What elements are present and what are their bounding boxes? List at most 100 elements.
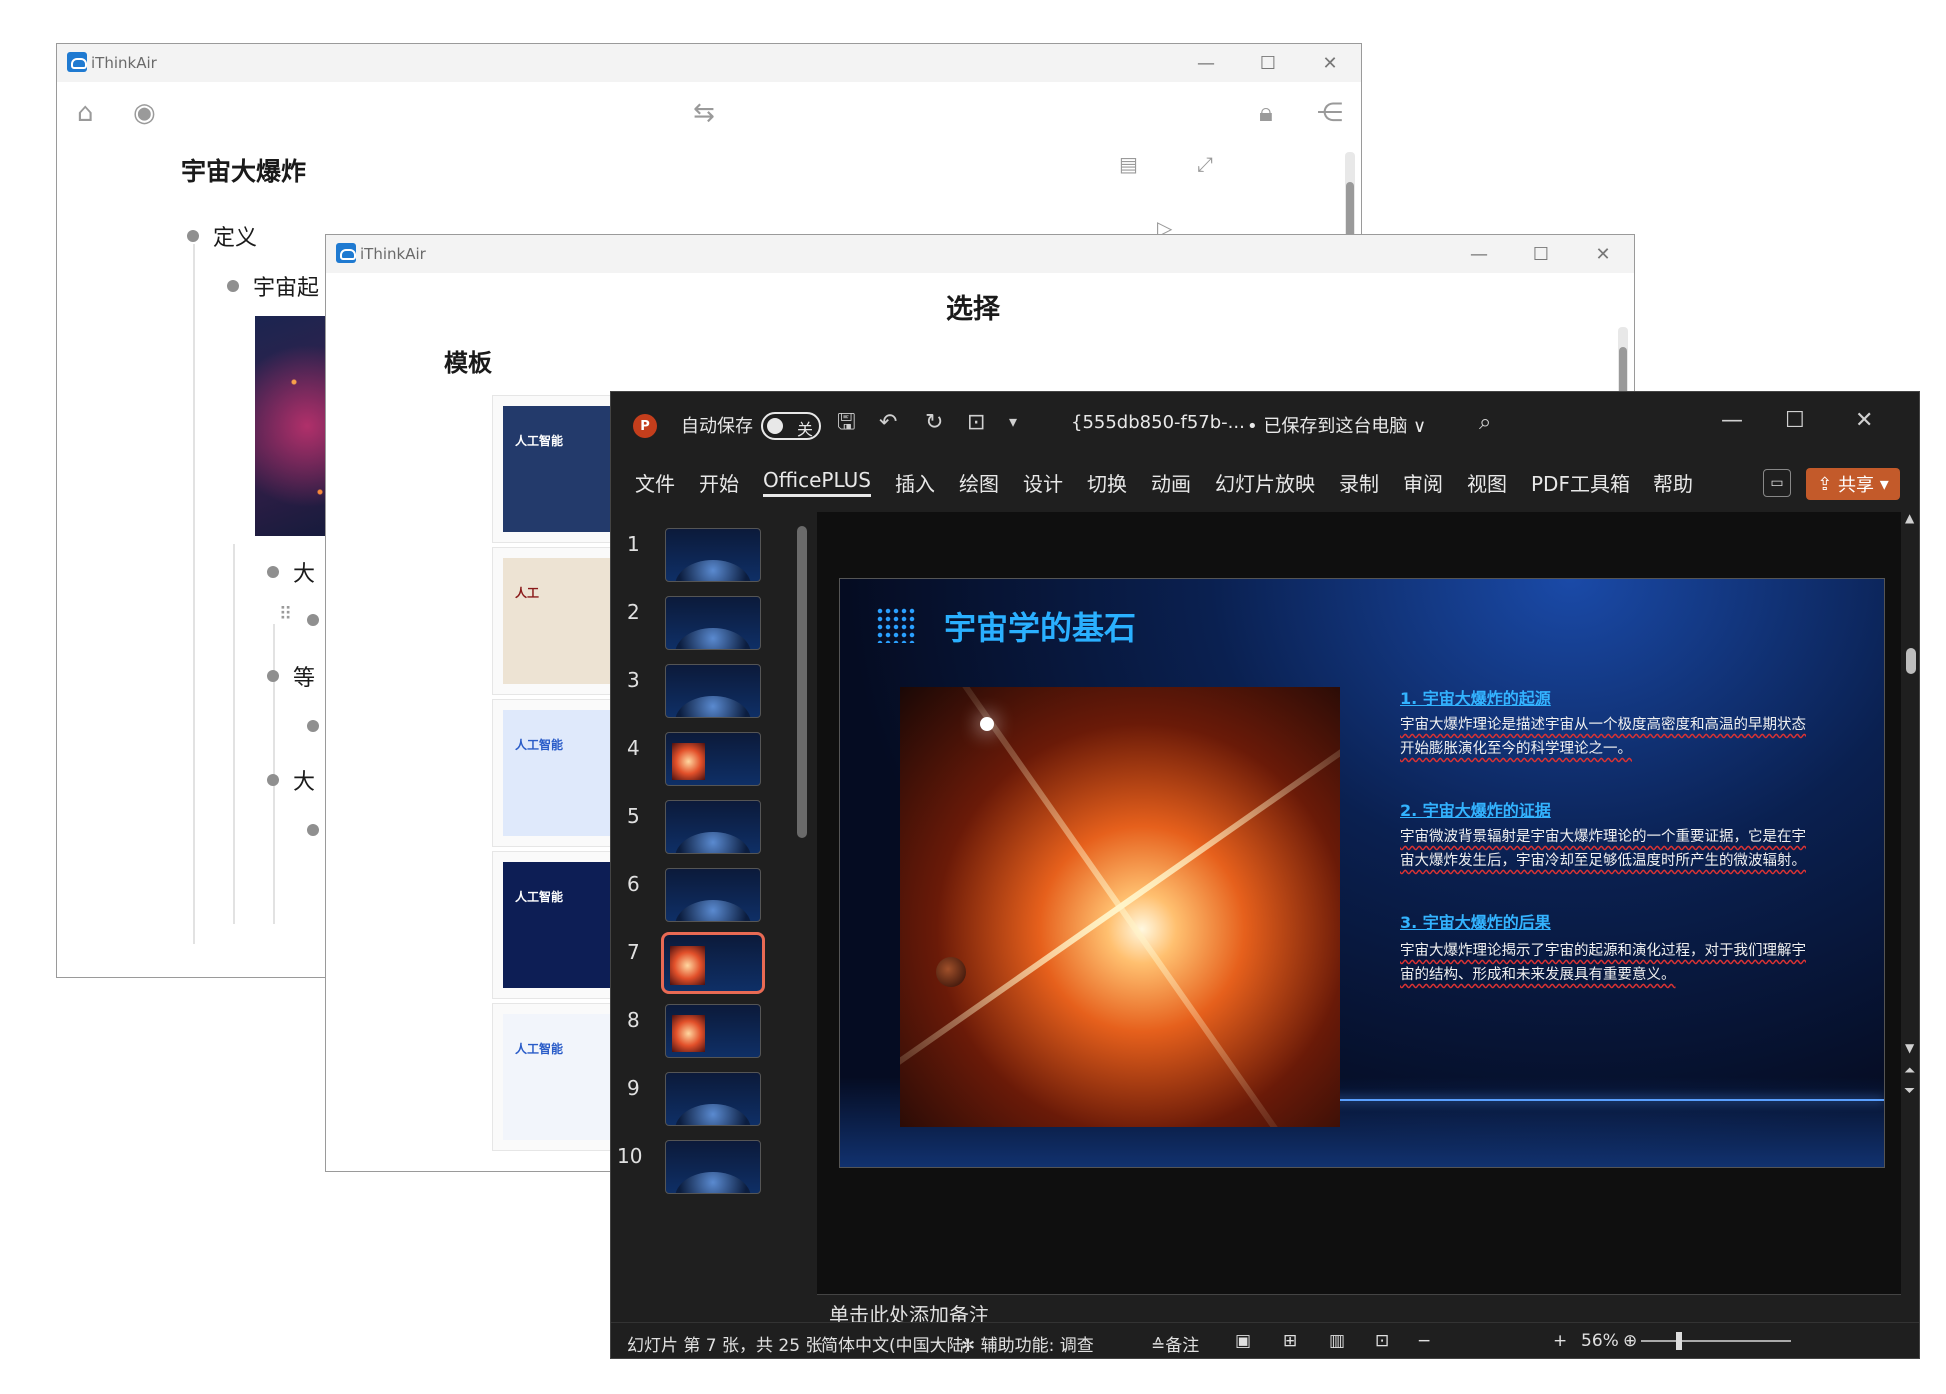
reading-view-icon[interactable]: ▥ xyxy=(1329,1331,1345,1351)
zoom-in-icon[interactable]: + xyxy=(1553,1331,1567,1351)
outline-icon[interactable]: ▤ xyxy=(1119,154,1138,174)
slide-number: 3 xyxy=(627,668,640,692)
redo-icon[interactable]: ↻ xyxy=(925,412,943,434)
ribbon-tab[interactable]: 设计 xyxy=(1023,468,1063,497)
present-icon[interactable]: ⊡ xyxy=(967,412,985,434)
node-text[interactable]: 等 xyxy=(293,660,315,692)
slideshow-icon[interactable]: ⊡ xyxy=(1375,1331,1389,1351)
share-button[interactable]: ⇪ 共享 ▾ xyxy=(1806,468,1900,500)
save-status[interactable]: • 已保存到这台电脑 ∨ xyxy=(1247,412,1426,438)
ribbon-tab[interactable]: 切换 xyxy=(1087,468,1127,497)
maximize-icon[interactable]: ☐ xyxy=(1510,235,1572,273)
slide-heading[interactable]: 宇宙学的基石 xyxy=(944,603,1136,649)
zoom-out-icon[interactable]: − xyxy=(1417,1331,1431,1351)
cloud-logo-icon xyxy=(67,52,87,72)
minimize-icon[interactable]: — xyxy=(1175,44,1237,82)
thumbnail-scrollbar[interactable] xyxy=(797,526,807,838)
section-title[interactable]: 2. 宇宙大爆炸的证据 xyxy=(1400,797,1551,821)
mindmap-icon[interactable]: ⋲ xyxy=(1317,100,1343,126)
normal-view-icon[interactable]: ▣ xyxy=(1235,1331,1251,1351)
ribbon-tab[interactable]: 帮助 xyxy=(1653,468,1693,497)
scrollbar-thumb[interactable] xyxy=(1906,648,1916,674)
vertical-scrollbar[interactable]: ▲ ▼ ⏶ ⏷ xyxy=(1903,512,1919,1324)
language[interactable]: 简体中文(中国大陆) xyxy=(821,1331,970,1356)
zoom-slider-thumb[interactable] xyxy=(1676,1332,1682,1350)
notes-button[interactable]: ≙备注 xyxy=(1151,1331,1199,1356)
file-name[interactable]: {555db850-f57b-... xyxy=(1071,412,1245,433)
slide-thumbnail[interactable] xyxy=(665,868,761,922)
node-text[interactable]: 大 xyxy=(293,764,315,796)
zoom-level[interactable]: 56% xyxy=(1581,1331,1619,1351)
quick-access-dropdown-icon[interactable]: ▾ xyxy=(1009,414,1017,430)
current-slide[interactable]: 宇宙学的基石 1. 宇宙大爆炸的起源 宇宙大爆炸理论是描述宇宙从一个极度高密度和… xyxy=(839,578,1885,1168)
drag-handle-icon[interactable]: ⠿ xyxy=(279,606,292,624)
node-bullet xyxy=(307,720,319,732)
fit-slide-icon[interactable]: ⊕ xyxy=(1623,1331,1637,1351)
slide-count: 幻灯片 第 7 张，共 25 张 xyxy=(627,1336,823,1356)
slide-thumbnail[interactable] xyxy=(665,1004,761,1058)
minimize-icon[interactable]: — xyxy=(1448,235,1510,273)
section-title[interactable]: 3. 宇宙大爆炸的后果 xyxy=(1400,909,1551,933)
section-body[interactable]: 宇宙微波背景辐射是宇宙大爆炸理论的一个重要证据，它是在宇宙大爆炸发生后，宇宙冷却… xyxy=(1400,825,1820,873)
swap-icon[interactable]: ⇆ xyxy=(693,100,715,126)
ribbon-tab[interactable]: 录制 xyxy=(1339,468,1379,497)
thumbnail-graphic xyxy=(675,696,751,717)
save-icon[interactable]: 🖫 xyxy=(837,412,856,434)
close-icon[interactable]: ✕ xyxy=(1572,235,1634,273)
next-slide-icon[interactable]: ⏷ xyxy=(1904,1084,1915,1098)
notes-pane[interactable]: 单击此处添加备注 xyxy=(817,1294,1901,1327)
maximize-icon[interactable]: ☐ xyxy=(1785,410,1805,432)
app-name: iThinkAir xyxy=(91,54,157,72)
ribbon-tab[interactable]: OfficePLUS xyxy=(763,468,871,497)
thumbnail-graphic xyxy=(675,560,751,581)
ribbon-tab[interactable]: 幻灯片放映 xyxy=(1215,468,1315,497)
ribbon-tab[interactable]: PDF工具箱 xyxy=(1531,468,1630,497)
template-label: 人工 xyxy=(515,586,540,600)
node-text[interactable]: 大 xyxy=(293,556,315,588)
search-icon[interactable]: ⌕ xyxy=(1479,412,1491,434)
node-text[interactable]: 宇宙起 xyxy=(253,270,319,302)
autosave-toggle[interactable]: 关 xyxy=(761,412,821,440)
slide-thumbnail[interactable] xyxy=(665,528,761,582)
slide-sorter-icon[interactable]: ⊞ xyxy=(1283,1331,1297,1351)
close-icon[interactable]: ✕ xyxy=(1299,44,1361,82)
lock-icon[interactable]: 🔒︎ xyxy=(1259,100,1273,126)
ribbon-tabs: 文件 开始 OfficePLUS 插入 绘图 设计 切换 动画 幻灯片放映 录制 审阅 视图 PDF工具… xyxy=(611,462,1919,506)
toggle-state: 关 xyxy=(797,420,814,439)
zoom-slider[interactable] xyxy=(1641,1340,1791,1342)
ribbon-tab[interactable]: 视图 xyxy=(1467,468,1507,497)
slide-thumbnail[interactable] xyxy=(661,932,765,994)
thumbnail-graphic xyxy=(675,832,751,853)
section-body[interactable]: 宇宙大爆炸理论是描述宇宙从一个极度高密度和高温的早期状态开始膨胀演化至今的科学理… xyxy=(1400,713,1820,761)
undo-icon[interactable]: ↶ xyxy=(879,412,897,434)
scroll-up-icon[interactable]: ▲ xyxy=(1905,512,1914,524)
scroll-down-icon[interactable]: ▼ xyxy=(1905,1042,1914,1054)
previous-slide-icon[interactable]: ⏶ xyxy=(1904,1064,1915,1078)
section-title[interactable]: 1. 宇宙大爆炸的起源 xyxy=(1400,685,1551,709)
big-bang-image[interactable] xyxy=(900,687,1340,1127)
ribbon-tab[interactable]: 动画 xyxy=(1151,468,1191,497)
minimize-icon[interactable]: — xyxy=(1721,410,1743,432)
node-text[interactable]: 定义 xyxy=(213,220,257,252)
close-icon[interactable]: ✕ xyxy=(1855,410,1873,432)
slide-thumbnail[interactable] xyxy=(665,732,761,786)
slide-thumbnail[interactable] xyxy=(665,664,761,718)
home-icon[interactable]: ⌂ xyxy=(77,100,94,126)
section-body[interactable]: 宇宙大爆炸理论揭示了宇宙的起源和演化过程，对于我们理解宇宙的结构、形成和未来发展… xyxy=(1400,939,1820,987)
slide-thumbnail[interactable] xyxy=(665,596,761,650)
accessibility-status[interactable]: ✲ 辅助功能: 调查 xyxy=(961,1331,1094,1356)
ribbon-tab[interactable]: 插入 xyxy=(895,468,935,497)
ribbon-tab[interactable]: 审阅 xyxy=(1403,468,1443,497)
ribbon-tab[interactable]: 文件 xyxy=(635,468,675,497)
maximize-icon[interactable]: ☐ xyxy=(1237,44,1299,82)
eye-icon[interactable]: ◉ xyxy=(133,100,156,126)
ribbon-tab[interactable]: 开始 xyxy=(699,468,739,497)
slide-thumbnail[interactable] xyxy=(665,800,761,854)
title-bar: iThinkAir — ☐ ✕ xyxy=(326,235,1634,273)
slide-thumbnail[interactable] xyxy=(665,1140,761,1194)
comment-icon[interactable]: ▭ xyxy=(1763,469,1791,497)
slide-thumbnail[interactable] xyxy=(665,1072,761,1126)
toggle-knob xyxy=(767,418,783,434)
expand-icon[interactable]: ⤢ xyxy=(1197,154,1213,174)
ribbon-tab[interactable]: 绘图 xyxy=(959,468,999,497)
